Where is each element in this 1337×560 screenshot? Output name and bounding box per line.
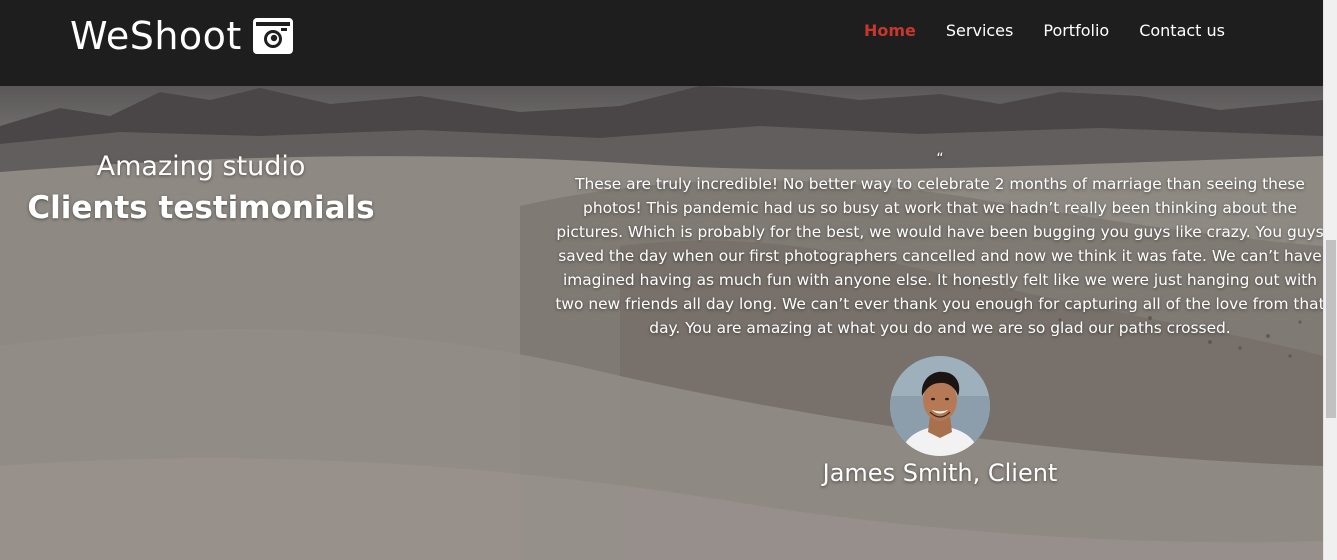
scrollbar-thumb[interactable]	[1326, 240, 1336, 418]
site-header: WeShoot Home Services Portfolio Contact …	[0, 0, 1323, 86]
nav-item-contact[interactable]: Contact us	[1124, 20, 1240, 42]
brand-name: WeShoot	[70, 14, 242, 58]
nav-item-portfolio[interactable]: Portfolio	[1028, 20, 1124, 42]
section-title: Clients testimonials	[27, 190, 375, 226]
client-name: James Smith, Client	[822, 459, 1058, 487]
section-intro: Amazing studio Clients testimonials	[20, 150, 382, 228]
quote-mark: “	[936, 151, 944, 167]
camera-icon	[252, 18, 293, 54]
brand-logo[interactable]: WeShoot	[70, 14, 294, 58]
page-scrollbar[interactable]	[1323, 0, 1337, 560]
testimonials-section: Amazing studio Clients testimonials “ Th…	[0, 86, 1323, 560]
main-nav: Home Services Portfolio Contact us	[849, 20, 1240, 42]
testimonial-text: These are truly incredible! No better wa…	[555, 175, 1323, 337]
nav-item-services[interactable]: Services	[931, 20, 1028, 42]
nav-item-home[interactable]: Home	[849, 20, 931, 42]
client-avatar	[890, 356, 990, 456]
client-photo	[890, 356, 990, 456]
testimonial-card: “ These are truly incredible! No better …	[555, 152, 1323, 490]
section-subtitle: Amazing studio	[96, 151, 306, 182]
